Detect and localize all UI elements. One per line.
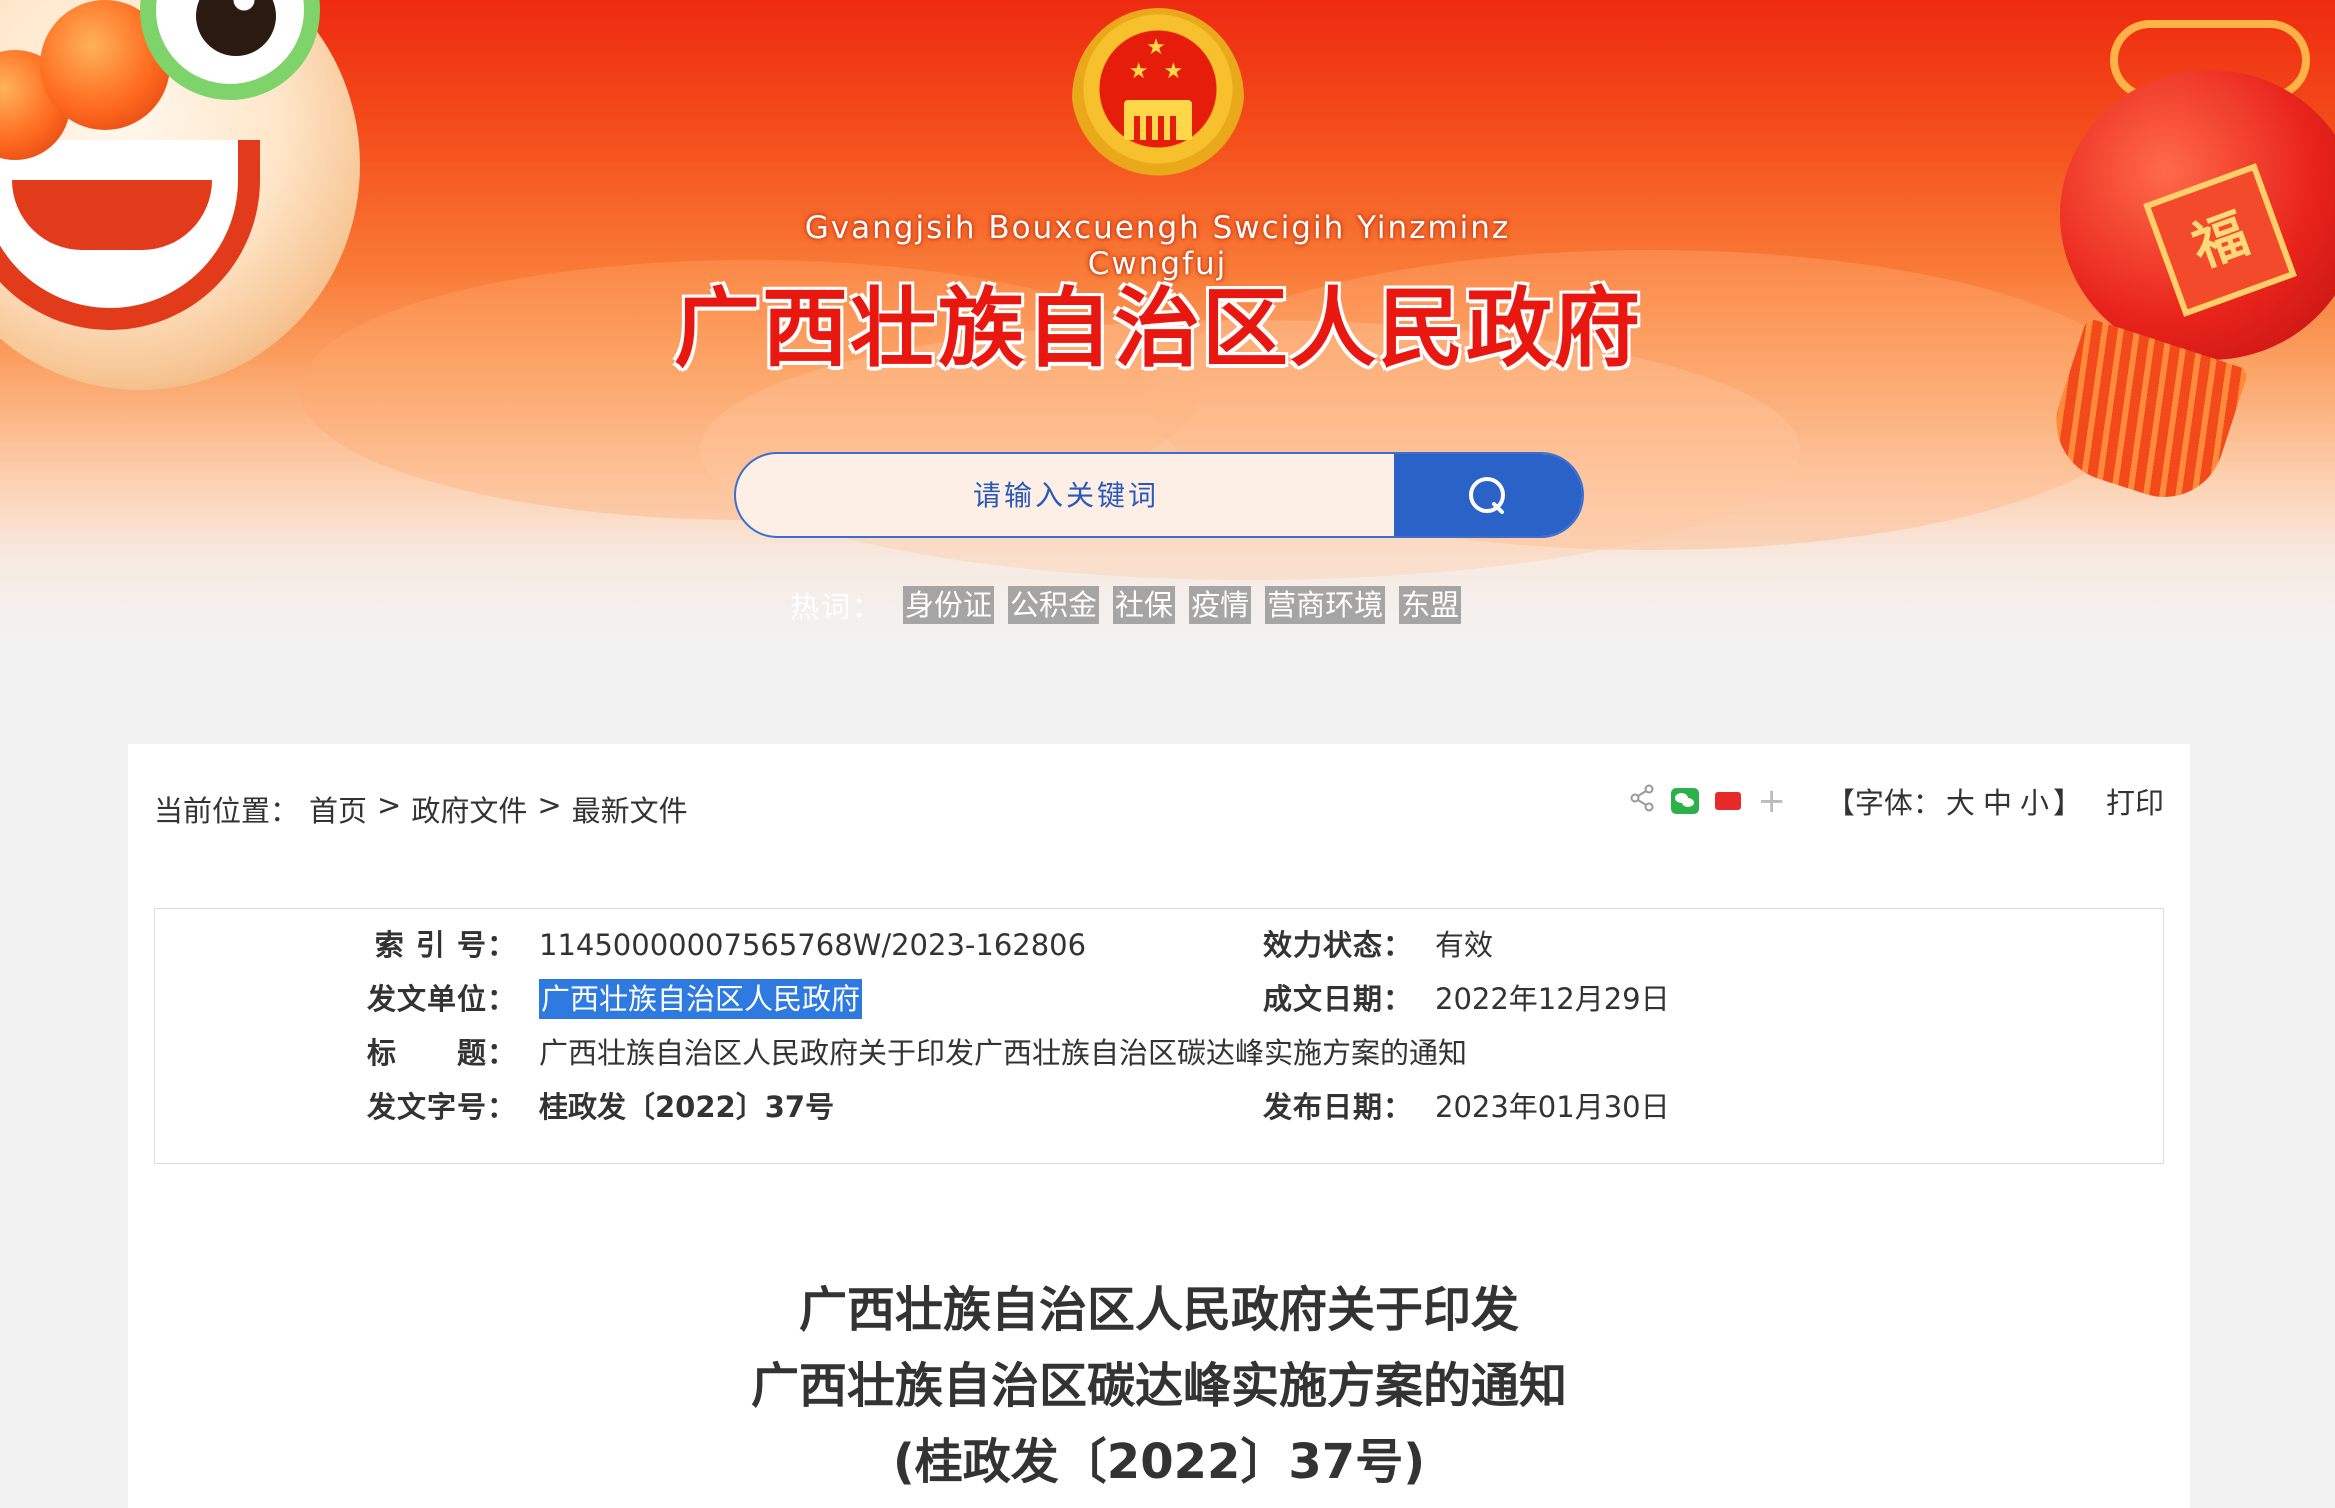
meta-label: 标 题： xyxy=(366,1036,517,1070)
content-card: 当前位置： 首页 > 政府文件 > 最新文件 + 【字体：大中小】 打印 索 引… xyxy=(128,744,2190,1508)
meta-value: 有效 xyxy=(1435,928,1494,962)
plus-icon[interactable]: + xyxy=(1757,781,1786,821)
font-size-close: 】 xyxy=(2052,786,2082,820)
meta-label: 索 引 号： xyxy=(374,928,517,962)
meta-status: 效力状态： 有效 xyxy=(1261,925,1493,965)
print-button[interactable]: 打印 xyxy=(2106,780,2164,822)
font-size-medium[interactable]: 中 xyxy=(1983,786,2012,820)
wechat-icon[interactable] xyxy=(1671,788,1700,814)
site-title: 广西壮族自治区人民政府 xyxy=(674,279,1642,379)
document-title-line: (桂政发〔2022〕37号) xyxy=(892,1434,1426,1490)
article-tools: + 【字体：大中小】 打印 xyxy=(1629,780,2164,822)
hotword-link[interactable]: 疫情 xyxy=(1189,586,1252,624)
document-title-line: 广西壮族自治区碳达峰实施方案的通知 xyxy=(750,1358,1567,1414)
document-title-line: 广西壮族自治区人民政府关于印发 xyxy=(798,1282,1519,1338)
breadcrumb-latest-docs[interactable]: 最新文件 xyxy=(572,788,688,830)
font-size-label: 【字体： xyxy=(1825,786,1942,820)
lion-dance-decoration xyxy=(0,0,380,410)
meta-subject: 标 题： 广西壮族自治区人民政府关于印发广西壮族自治区碳达峰实施方案的通知 xyxy=(365,1033,1467,1073)
font-size-switch: 【字体：大中小】 xyxy=(1826,780,2082,822)
hotword-link[interactable]: 身份证 xyxy=(903,586,995,624)
toutiao-icon[interactable] xyxy=(1715,792,1742,810)
hotwords: 热词： 身份证 公积金 社保 疫情 营商环境 东盟 xyxy=(790,584,1475,626)
meta-created-date: 成文日期： 2022年12月29日 xyxy=(1261,979,1670,1019)
meta-value-selected: 广西壮族自治区人民政府 xyxy=(539,979,863,1019)
breadcrumb: 当前位置： 首页 > 政府文件 > 最新文件 xyxy=(154,788,698,830)
header-banner: 福 ★ ★ ★ Gvangjsih Bouxcuengh Swcigih Yinz… xyxy=(0,0,2335,640)
meta-doc-no: 发文字号： 桂政发〔2022〕37号 xyxy=(365,1087,834,1127)
document-title: 广西壮族自治区人民政府关于印发 广西壮族自治区碳达峰实施方案的通知 (桂政发〔2… xyxy=(128,1272,2190,1500)
meta-label: 效力状态： xyxy=(1262,928,1413,962)
hotword-link[interactable]: 公积金 xyxy=(1008,586,1100,624)
hotword-link[interactable]: 东盟 xyxy=(1399,586,1462,624)
breadcrumb-label: 当前位置： xyxy=(154,794,300,828)
hotword-link[interactable]: 营商环境 xyxy=(1265,586,1386,624)
font-size-large[interactable]: 大 xyxy=(1946,786,1975,820)
share-icon[interactable] xyxy=(1629,784,1655,819)
hotword-link[interactable]: 社保 xyxy=(1113,586,1176,624)
national-emblem-icon: ★ ★ ★ xyxy=(1072,8,1244,198)
meta-value: 2022年12月29日 xyxy=(1435,982,1670,1016)
meta-value: 2023年01月30日 xyxy=(1435,1090,1670,1124)
search-icon xyxy=(1469,477,1505,514)
breadcrumb-separator: > xyxy=(537,788,562,822)
search-button[interactable] xyxy=(1394,454,1582,536)
meta-label: 发文字号： xyxy=(366,1090,517,1124)
meta-index-no: 索 引 号： 11450000007565768W/2023-162806 xyxy=(365,925,1086,965)
breadcrumb-separator: > xyxy=(377,788,402,822)
meta-value: 11450000007565768W/2023-162806 xyxy=(539,928,1087,962)
meta-label: 发文单位： xyxy=(366,982,517,1016)
meta-published-date: 发布日期： 2023年01月30日 xyxy=(1261,1087,1670,1127)
font-size-small[interactable]: 小 xyxy=(2020,786,2049,820)
document-metadata-table: 索 引 号： 11450000007565768W/2023-162806 效力… xyxy=(154,908,2164,1164)
meta-issuer: 发文单位： 广西壮族自治区人民政府 xyxy=(365,979,863,1019)
lantern-decoration: 福 xyxy=(2040,20,2335,513)
meta-value: 桂政发〔2022〕37号 xyxy=(539,1090,835,1124)
search-bar xyxy=(734,452,1584,538)
hotwords-label: 热词： xyxy=(790,590,884,624)
meta-label: 成文日期： xyxy=(1262,982,1413,1016)
meta-label: 发布日期： xyxy=(1262,1090,1413,1124)
breadcrumb-gov-docs[interactable]: 政府文件 xyxy=(411,788,527,830)
meta-value: 广西壮族自治区人民政府关于印发广西壮族自治区碳达峰实施方案的通知 xyxy=(539,1036,1468,1070)
search-input[interactable] xyxy=(736,454,1396,536)
breadcrumb-home[interactable]: 首页 xyxy=(309,788,367,830)
